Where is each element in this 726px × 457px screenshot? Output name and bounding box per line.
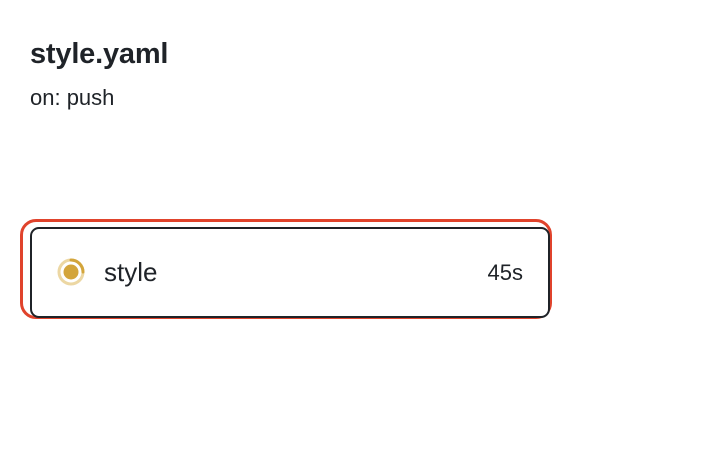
job-card-style[interactable]: style 45s — [30, 227, 550, 318]
workflow-title: style.yaml — [30, 38, 169, 70]
job-duration: 45s — [487, 260, 523, 285]
in-progress-icon — [56, 257, 86, 287]
job-name: style — [104, 257, 158, 287]
workflow-trigger: on: push — [30, 85, 115, 110]
